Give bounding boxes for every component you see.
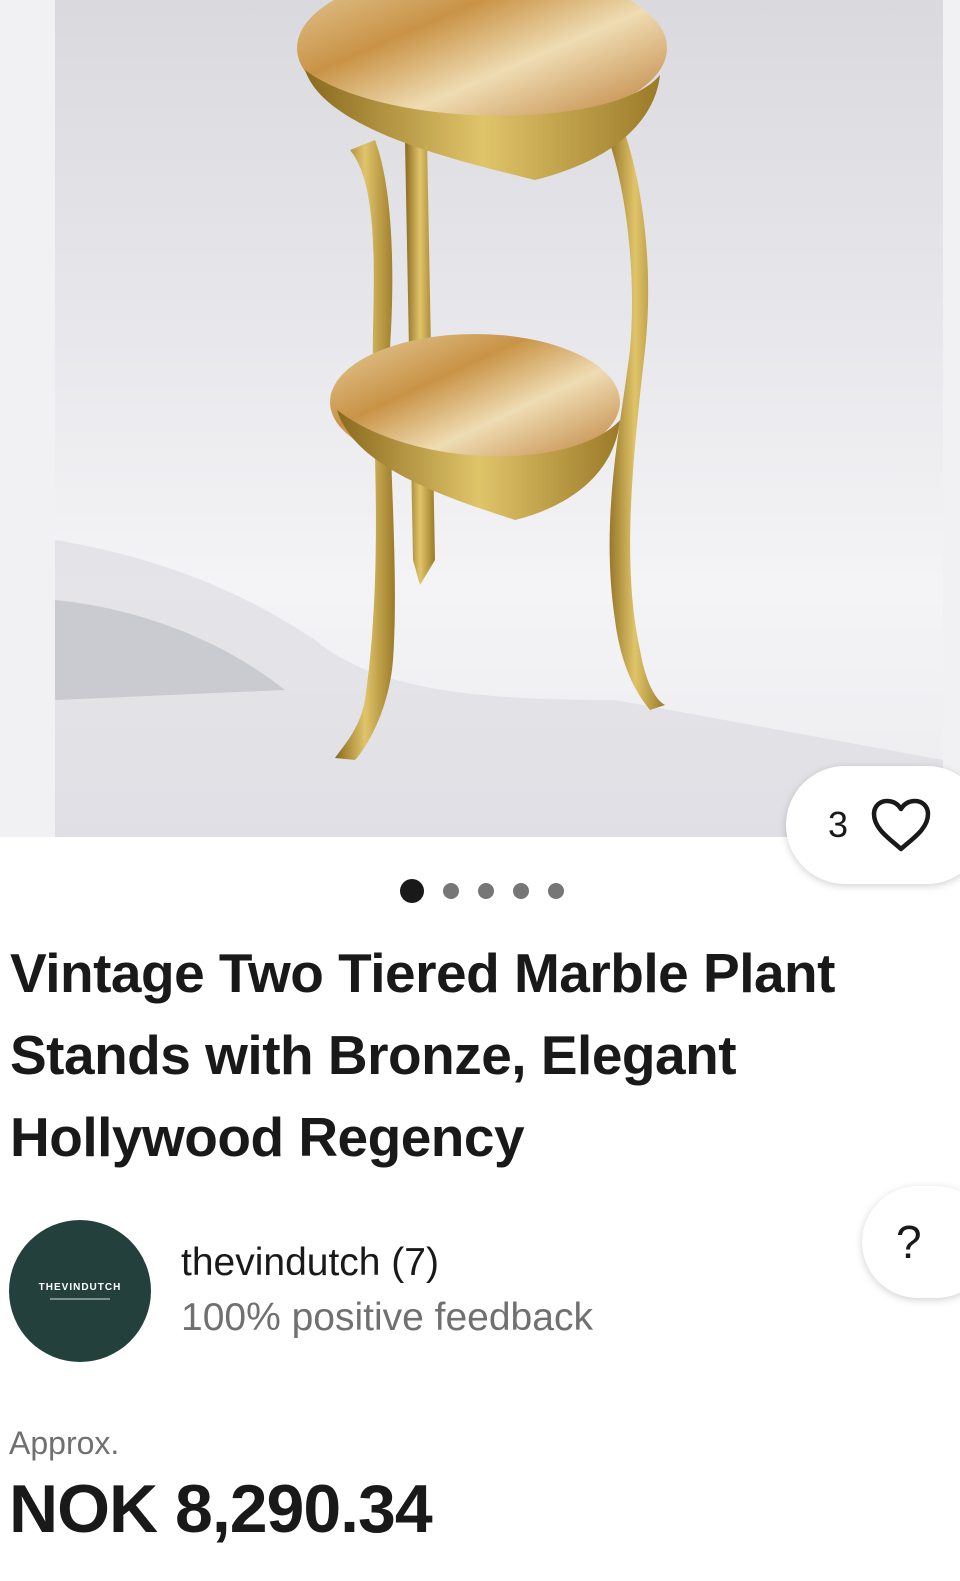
watch-count: 3 [828, 804, 849, 845]
image-gallery[interactable]: 3 [0, 0, 960, 884]
seller-info: thevindutch (7) 100% positive feedback [181, 1236, 593, 1346]
seller-avatar[interactable]: THEVINDUTCH [9, 1220, 151, 1362]
pagination-dot[interactable] [478, 883, 494, 899]
help-label: ? [896, 1216, 922, 1268]
avatar-logo-tagline [50, 1298, 110, 1300]
seller-name[interactable]: thevindutch (7) [181, 1236, 593, 1290]
gallery-pagination [400, 879, 564, 903]
price-approx-label: Approx. [9, 1425, 120, 1461]
seller-feedback: 100% positive feedback [181, 1296, 593, 1339]
pagination-dot[interactable] [513, 883, 529, 899]
pagination-dot[interactable] [548, 883, 564, 899]
listing-title: Vintage Two Tiered Marble Plant Stands w… [10, 942, 835, 1168]
help-button[interactable]: ? [862, 1186, 960, 1298]
price-amount: NOK 8,290.34 [9, 1471, 433, 1547]
watch-button[interactable]: 3 [786, 766, 960, 884]
plant-stand-image [55, 0, 943, 837]
avatar-logo-text: THEVINDUTCH [38, 1282, 122, 1293]
seller-card[interactable]: THEVINDUTCH thevindutch (7) 100% positiv… [9, 1220, 593, 1362]
pagination-dot[interactable] [443, 883, 459, 899]
heart-icon [871, 798, 931, 852]
pagination-dot-active[interactable] [400, 879, 424, 903]
product-photo[interactable] [55, 0, 943, 837]
